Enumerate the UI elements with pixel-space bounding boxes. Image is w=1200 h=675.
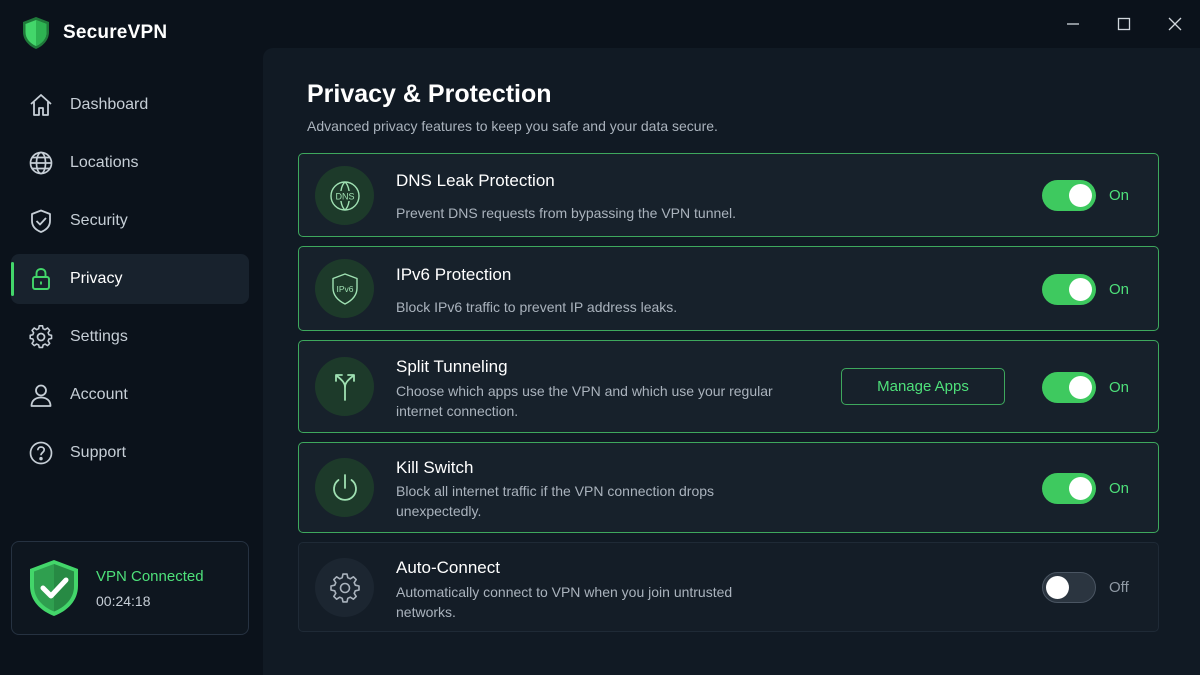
sidebar-item-label: Security	[70, 212, 128, 229]
window-controls	[1047, 0, 1200, 48]
brand: SecureVPN	[21, 16, 167, 50]
toggle-state-label: Off	[1109, 579, 1129, 596]
shield-check-icon	[28, 208, 54, 234]
sidebar-item-label: Support	[70, 444, 127, 461]
sidebar-item-security[interactable]: Security	[11, 196, 249, 246]
sidebar-item-account[interactable]: Account	[11, 370, 249, 420]
toggle-state-label: On	[1109, 379, 1130, 396]
sidebar-item-dashboard[interactable]: Dashboard	[11, 80, 249, 130]
toggle-state-label: On	[1109, 480, 1130, 497]
toggle-knob	[1069, 376, 1092, 399]
feature-dns-leak-protection: DNS DNS Leak Protection Prevent DNS requ…	[298, 153, 1159, 237]
power-icon	[315, 458, 374, 517]
feature-title: Kill Switch	[396, 458, 474, 477]
lock-icon	[28, 266, 54, 292]
auto-connect-toggle[interactable]	[1042, 572, 1096, 603]
sidebar-item-label: Locations	[70, 154, 139, 171]
ipv6-toggle[interactable]	[1042, 274, 1096, 305]
sidebar-item-label: Account	[70, 386, 128, 403]
toggle-state-label: On	[1109, 281, 1130, 298]
svg-text:IPv6: IPv6	[336, 284, 353, 294]
split-arrow-icon	[315, 357, 374, 416]
feature-description: Block IPv6 traffic to prevent IP address…	[396, 299, 678, 315]
sidebar-item-settings[interactable]: Settings	[11, 312, 249, 362]
feature-title: IPv6 Protection	[396, 265, 512, 284]
feature-kill-switch: Kill Switch Block all internet traffic i…	[298, 442, 1159, 533]
ipv6-shield-icon: IPv6	[315, 259, 374, 318]
toggle-knob	[1069, 477, 1092, 500]
feature-split-tunneling: Split Tunneling Choose which apps use th…	[298, 340, 1159, 433]
sidebar-item-label: Privacy	[70, 270, 123, 287]
feature-description: Choose which apps use the VPN and which …	[396, 383, 773, 419]
page-title: Privacy & Protection	[307, 80, 552, 108]
manage-apps-button[interactable]: Manage Apps	[841, 368, 1005, 405]
close-icon	[1168, 17, 1181, 31]
vpn-status-card: VPN Connected 00:24:18	[11, 541, 249, 635]
globe-icon	[28, 150, 54, 176]
sidebar-item-privacy[interactable]: Privacy	[11, 254, 249, 304]
feature-auto-connect: Auto-Connect Automatically connect to VP…	[298, 542, 1159, 632]
help-icon	[28, 440, 54, 466]
status-title: VPN Connected	[96, 567, 204, 585]
feature-ipv6-protection: IPv6 IPv6 Protection Block IPv6 traffic …	[298, 246, 1159, 331]
toggle-knob	[1069, 278, 1092, 301]
toggle-knob	[1069, 184, 1092, 207]
gear-icon	[315, 558, 374, 617]
minimize-icon	[1066, 23, 1079, 25]
feature-title: Split Tunneling	[396, 357, 508, 376]
sidebar: Dashboard Locations Security Privacy Set…	[0, 80, 260, 486]
feature-description: Prevent DNS requests from bypassing the …	[396, 205, 737, 221]
connection-timer: 00:24:18	[96, 592, 151, 609]
feature-title: Auto-Connect	[396, 558, 500, 577]
status-text: VPN Connected 00:24:18	[96, 568, 204, 609]
toggle-knob	[1046, 576, 1069, 599]
page-subtitle: Advanced privacy features to keep you sa…	[307, 118, 718, 134]
shield-check-icon	[30, 560, 78, 616]
shield-logo-icon	[23, 17, 49, 49]
sidebar-item-label: Dashboard	[70, 96, 149, 113]
dns-leak-toggle[interactable]	[1042, 180, 1096, 211]
sidebar-item-support[interactable]: Support	[11, 428, 249, 478]
maximize-button[interactable]	[1098, 0, 1149, 48]
feature-title: DNS Leak Protection	[396, 171, 555, 190]
user-icon	[28, 382, 54, 408]
feature-description: Block all internet traffic if the VPN co…	[396, 483, 715, 519]
close-button[interactable]	[1149, 0, 1200, 48]
maximize-icon	[1117, 17, 1130, 31]
app-name: SecureVPN	[63, 22, 168, 43]
app-window: SecureVPN Dashboard Locations Security P…	[0, 0, 1200, 675]
toggle-state-label: On	[1109, 187, 1130, 204]
gear-icon	[28, 324, 54, 350]
main-panel: Privacy & Protection Advanced privacy fe…	[263, 48, 1200, 675]
kill-switch-toggle[interactable]	[1042, 473, 1096, 504]
sidebar-item-label: Settings	[70, 328, 128, 345]
home-icon	[28, 92, 54, 118]
minimize-button[interactable]	[1047, 0, 1098, 48]
split-tunneling-toggle[interactable]	[1042, 372, 1096, 403]
svg-text:DNS: DNS	[335, 191, 354, 201]
sidebar-item-locations[interactable]: Locations	[11, 138, 249, 188]
dns-globe-icon: DNS	[315, 166, 374, 225]
feature-description: Automatically connect to VPN when you jo…	[396, 584, 733, 620]
